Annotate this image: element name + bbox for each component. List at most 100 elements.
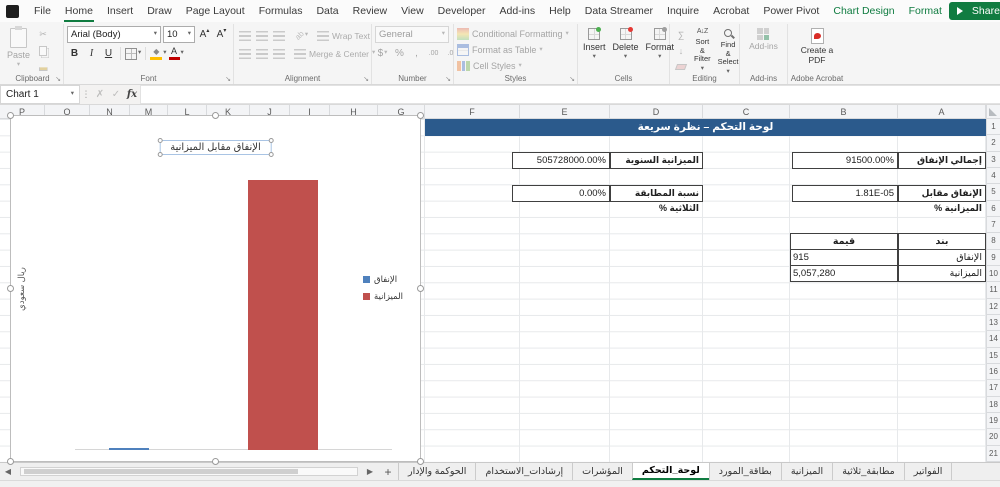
column-header[interactable]: C: [703, 105, 790, 119]
sheet-tab-3way-match[interactable]: مطابقة_ثلاثية: [832, 463, 904, 480]
sheet-tab-guidelines[interactable]: إرشادات_الاستخدام: [475, 463, 572, 480]
insert-cells-button[interactable]: Insert ▾: [581, 26, 608, 63]
excel-app-icon[interactable]: [6, 4, 19, 18]
chart-selection-handle[interactable]: [7, 458, 14, 465]
row-header[interactable]: 9: [987, 250, 1000, 266]
orientation-icon[interactable]: ab ▾: [293, 28, 309, 43]
chart-title[interactable]: الإنفاق مقابل الميزانية: [157, 138, 274, 157]
kpi-value-total-spend[interactable]: 91500.00%: [792, 152, 898, 169]
chart-selection-handle[interactable]: [211, 112, 219, 119]
font-color-icon[interactable]: A ▾: [169, 46, 184, 61]
font-size-select[interactable]: 10 ▾: [163, 26, 195, 43]
delete-cells-button[interactable]: Delete ▾: [611, 26, 641, 63]
scroll-left-icon[interactable]: ◀: [0, 463, 16, 480]
tab-power-pivot[interactable]: Power Pivot: [756, 0, 826, 22]
sheet-tab-governance[interactable]: الحوكمة والإدار: [398, 463, 475, 480]
align-center-icon[interactable]: [254, 46, 269, 61]
table-cell-spend-value[interactable]: 915: [790, 249, 898, 266]
row-header[interactable]: 10: [987, 266, 1000, 283]
tab-developer[interactable]: Developer: [431, 0, 493, 22]
chart[interactable]: الإنفاق مقابل الميزانية ريال سعودي الإنف…: [7, 112, 424, 465]
column-header[interactable]: F: [425, 105, 520, 119]
cancel-icon[interactable]: ✗: [92, 85, 108, 104]
row-header[interactable]: 6: [987, 201, 1000, 217]
merge-center-button[interactable]: Merge & Center ▾: [294, 48, 375, 59]
row-header[interactable]: 13: [987, 315, 1000, 332]
title-handle[interactable]: [157, 138, 163, 143]
sheet-tab-dashboard[interactable]: لوحة_التحكم: [631, 463, 709, 480]
row-header[interactable]: 14: [987, 331, 1000, 348]
paste-button[interactable]: Paste ▾: [5, 26, 32, 71]
legend-entry-spend[interactable]: الإنفاق: [363, 274, 403, 285]
name-box-splitter[interactable]: ⋮: [80, 85, 92, 104]
formula-input[interactable]: [140, 85, 1000, 104]
comma-icon[interactable]: ,: [409, 46, 424, 61]
kpi-value-annual-budget[interactable]: 505728000.00%: [512, 152, 610, 169]
table-cell-budget-label[interactable]: الميزانية: [898, 265, 986, 282]
tab-formulas[interactable]: Formulas: [252, 0, 310, 22]
tab-help[interactable]: Help: [542, 0, 578, 22]
column-header[interactable]: E: [520, 105, 610, 119]
column-header[interactable]: B: [790, 105, 898, 119]
kpi-value-spend-vs-budget[interactable]: 1.81E-05: [792, 185, 898, 202]
kpi-label-total-spend[interactable]: إجمالي الإنفاق: [898, 152, 986, 169]
row-header[interactable]: 17: [987, 380, 1000, 397]
insert-function-icon[interactable]: fx: [124, 85, 140, 104]
chart-bar-spend[interactable]: [109, 448, 149, 450]
chart-legend[interactable]: الإنفاق الميزانية: [363, 274, 403, 302]
tab-inquire[interactable]: Inquire: [660, 0, 706, 22]
kpi-label-spend-vs-budget[interactable]: الإنفاق مقابل الميزانية %: [898, 185, 986, 213]
kpi-label-match-rate[interactable]: نسبة المطابقة الثلاثية %: [610, 185, 703, 213]
copy-icon[interactable]: [35, 44, 51, 57]
format-painter-icon[interactable]: [35, 60, 51, 73]
italic-button[interactable]: I: [84, 46, 99, 61]
legend-entry-budget[interactable]: الميزانية: [363, 291, 403, 302]
tab-page-layout[interactable]: Page Layout: [179, 0, 252, 22]
row-header[interactable]: 1: [987, 119, 1000, 136]
banner-cell[interactable]: لوحة التحكم – نظرة سريعة: [425, 119, 986, 136]
wrap-text-button[interactable]: Wrap Text: [317, 30, 370, 41]
tab-acrobat[interactable]: Acrobat: [706, 0, 756, 22]
row-header[interactable]: 4: [987, 168, 1000, 185]
autosum-icon[interactable]: ∑: [673, 28, 689, 41]
increase-decimal-icon[interactable]: .00: [426, 46, 441, 61]
table-header-value[interactable]: قيمة: [790, 233, 898, 250]
column-header[interactable]: D: [610, 105, 703, 119]
chart-selection-handle[interactable]: [417, 284, 424, 292]
row-header[interactable]: 5: [987, 184, 1000, 201]
row-header[interactable]: 18: [987, 397, 1000, 413]
tab-view[interactable]: View: [394, 0, 431, 22]
addins-button[interactable]: Add-ins: [747, 26, 780, 54]
title-handle[interactable]: [268, 152, 274, 157]
align-right-icon[interactable]: [271, 46, 286, 61]
scrollbar-thumb[interactable]: [24, 469, 298, 474]
kpi-label-annual-budget[interactable]: الميزانية السنوية: [610, 152, 703, 169]
row-header[interactable]: 7: [987, 217, 1000, 234]
sheet-tab-budget[interactable]: الميزانية: [780, 463, 832, 480]
chart-selection-handle[interactable]: [417, 112, 424, 119]
tab-home[interactable]: Home: [58, 0, 100, 22]
tab-add-ins[interactable]: Add-ins: [493, 0, 543, 22]
row-header[interactable]: 16: [987, 364, 1000, 381]
table-header-item[interactable]: بند: [898, 233, 986, 250]
align-top-icon[interactable]: [237, 28, 252, 43]
align-middle-icon[interactable]: [254, 28, 269, 43]
bold-button[interactable]: B: [67, 46, 82, 61]
share-button[interactable]: Share ▾: [948, 2, 1000, 20]
shrink-font-icon[interactable]: A ▾: [214, 27, 229, 42]
tab-draw[interactable]: Draw: [140, 0, 179, 22]
row-header[interactable]: 19: [987, 413, 1000, 430]
chart-selection-handle[interactable]: [7, 112, 14, 119]
sheet-tab-invoices[interactable]: الفواتير: [903, 463, 953, 480]
select-all-corner[interactable]: [986, 105, 1000, 119]
font-name-select[interactable]: Arial (Body) ▾: [67, 26, 161, 43]
cell-styles-button[interactable]: Cell Styles ▾: [457, 58, 574, 74]
tab-file[interactable]: File: [27, 0, 58, 22]
chart-bar-budget[interactable]: [248, 180, 318, 450]
row-header[interactable]: 8: [987, 233, 1000, 250]
table-cell-spend-label[interactable]: الإنفاق: [898, 249, 986, 266]
align-left-icon[interactable]: [237, 46, 252, 61]
row-header[interactable]: 20: [987, 429, 1000, 446]
title-handle[interactable]: [268, 138, 274, 143]
format-as-table-button[interactable]: Format as Table ▾: [457, 42, 574, 58]
